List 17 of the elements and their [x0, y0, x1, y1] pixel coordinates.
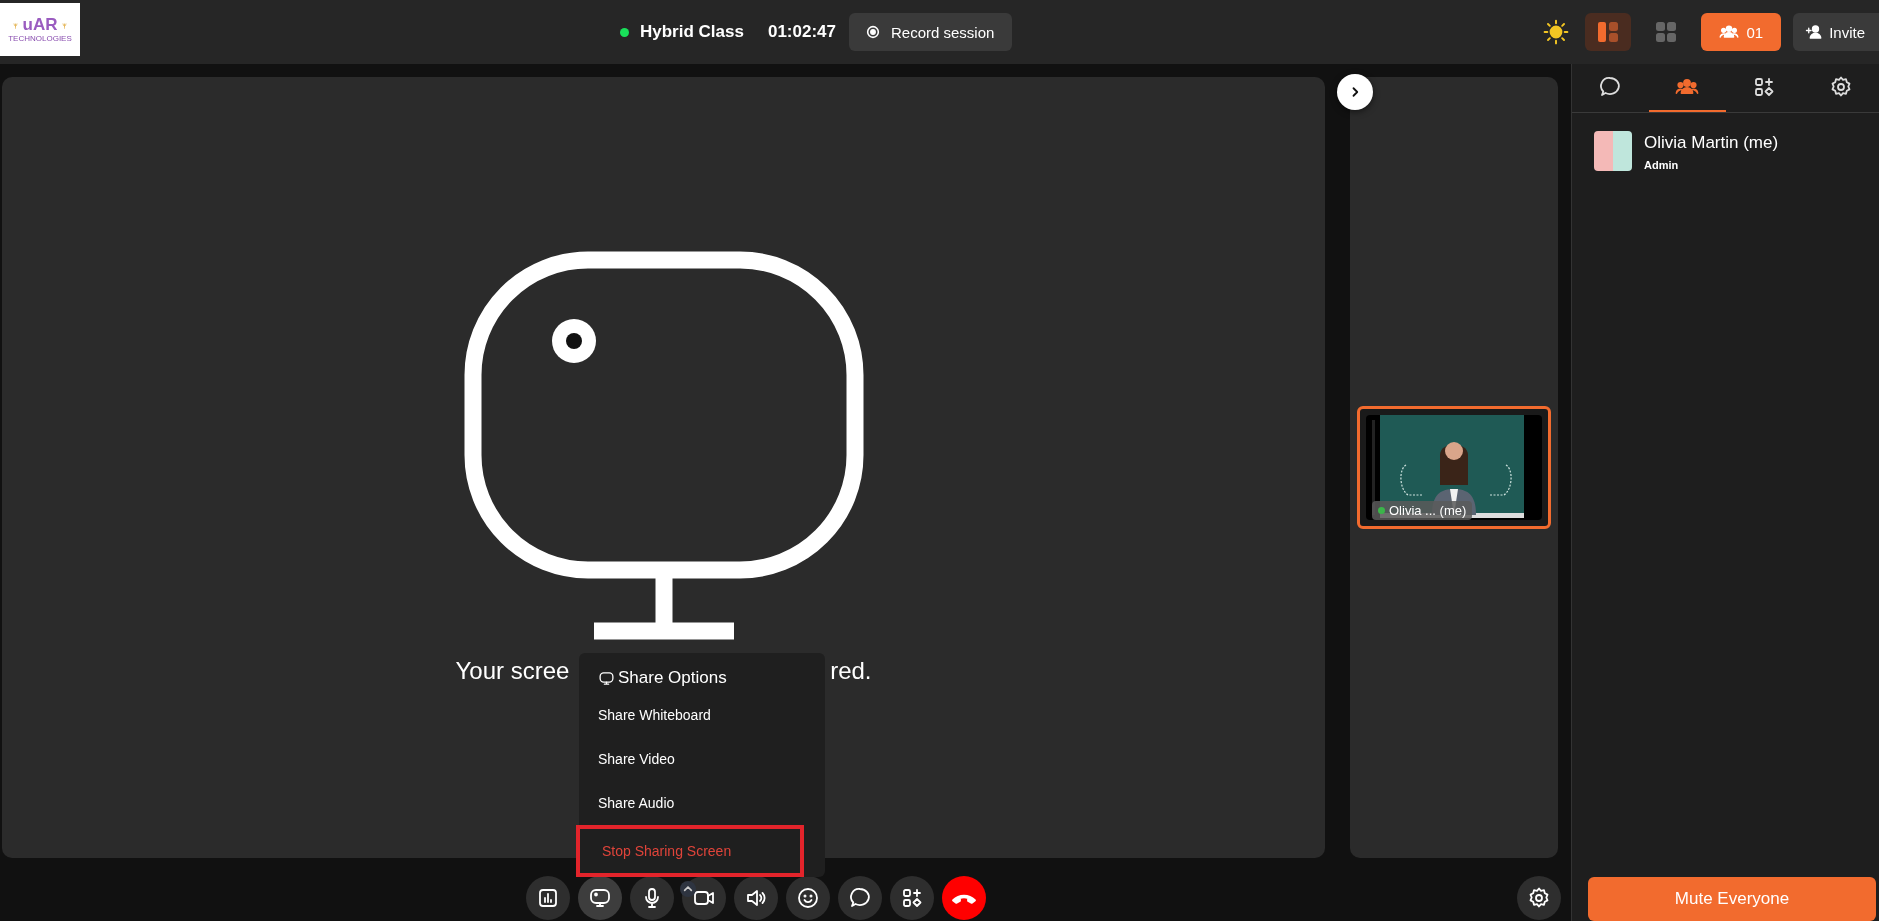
menu-item[interactable]: Stop Sharing Screen	[576, 825, 804, 877]
menu-title: Share Options	[618, 668, 727, 688]
share-status-text: Your scree	[455, 656, 570, 685]
menu-item[interactable]: Share Whiteboard	[576, 693, 792, 737]
class-title: Hybrid Class	[640, 22, 744, 42]
logo-text: TECHNOLOGIES	[8, 34, 72, 43]
share-status-text: red.	[830, 656, 872, 685]
invite-button[interactable]: Invite	[1793, 13, 1879, 51]
participant-name: Olivia ... (me)	[1389, 503, 1467, 518]
session-timer: 01:02:47	[767, 22, 836, 42]
participant-role: Admin	[1644, 159, 1680, 171]
video-tile[interactable]: Olivia ... (me)	[1357, 406, 1551, 529]
record-button[interactable]: Record session	[849, 13, 1013, 51]
menu-item[interactable]: Share Audio	[576, 781, 792, 825]
participant-name: Olivia Martin (me)	[1644, 133, 1779, 153]
menu-item[interactable]: Share Video	[576, 737, 792, 781]
logo-text: uAR	[22, 16, 58, 33]
